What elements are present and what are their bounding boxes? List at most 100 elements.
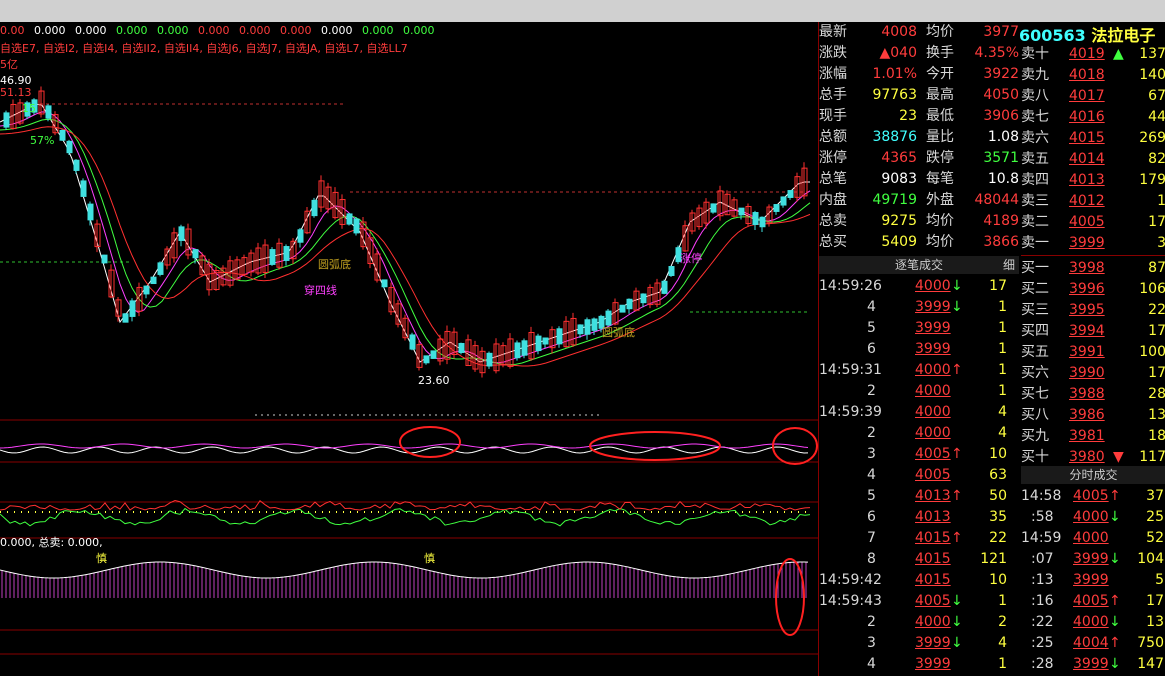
candle-body	[3, 112, 10, 128]
indicator-value: 0.000	[239, 24, 271, 37]
minute-trades-header[interactable]: 分时成交	[1021, 466, 1165, 484]
minute-trade-price: 3999	[1073, 572, 1109, 588]
quote-label: 总额	[819, 129, 847, 145]
quote-value: 4050	[983, 87, 1019, 103]
bid-volume: 13	[1148, 407, 1165, 423]
candle-body	[591, 318, 598, 331]
ask-price[interactable]: 4017	[1069, 86, 1105, 107]
candle-body	[787, 190, 794, 198]
ask-row[interactable]: 卖四 4013 179	[1021, 170, 1165, 191]
bid-row[interactable]: 买六 3990 17	[1021, 363, 1165, 384]
tick-row: 2 4000 4	[819, 423, 1007, 444]
ask-row[interactable]: 卖九 4018 140	[1021, 65, 1165, 86]
candle-body	[486, 352, 493, 367]
bid-row[interactable]: 买三 3995 22	[1021, 300, 1165, 321]
minute-trade-row: :07 3999 ↓ 104	[1021, 549, 1164, 570]
ask-price[interactable]: 4015	[1069, 128, 1105, 149]
bid-row[interactable]: 买七 3988 28	[1021, 384, 1165, 405]
minute-trade-volume: 750	[1137, 635, 1164, 651]
ask-volume: 137	[1139, 46, 1165, 62]
bid-price[interactable]: 3988	[1069, 384, 1105, 405]
candle-body	[297, 229, 304, 243]
bid-row[interactable]: 买一 3998 87	[1021, 258, 1165, 279]
bid-price[interactable]: 3990	[1069, 363, 1105, 384]
tick-time: 14:59:26	[819, 278, 882, 294]
tick-price: 4005	[915, 467, 951, 483]
ask-price[interactable]: 4005	[1069, 212, 1105, 233]
highlight-circle	[399, 426, 461, 458]
ask-row[interactable]: 卖十 4019 ▲ 137	[1021, 44, 1165, 65]
ask-price[interactable]: 4014	[1069, 149, 1105, 170]
indicator-value: 0.000	[280, 24, 312, 37]
minute-trade-row: :58 4000 ↓ 25	[1021, 507, 1164, 528]
tick-time: 14:59:39	[819, 404, 882, 420]
window-top-bar	[0, 0, 1165, 22]
tick-direction-icon: ↓	[951, 614, 963, 630]
candle-body	[346, 213, 353, 225]
ask-row[interactable]: 卖七 4016 44	[1021, 107, 1165, 128]
ask-price[interactable]: 4018	[1069, 65, 1105, 86]
tick-row: 14:59:31 4000 ↑ 1	[819, 360, 1007, 381]
quote-value: 4365	[881, 150, 917, 166]
ask-row[interactable]: 卖六 4015 269	[1021, 128, 1165, 149]
minute-trade-volume: 5	[1155, 572, 1164, 588]
ask-price[interactable]: 4016	[1069, 107, 1105, 128]
tick-volume: 1	[998, 656, 1007, 672]
bid-price[interactable]: 3994	[1069, 321, 1105, 342]
ask-row[interactable]: 卖五 4014 82	[1021, 149, 1165, 170]
tick-detail-button[interactable]: 细	[1003, 256, 1015, 274]
pattern-label: 涨停	[680, 252, 702, 265]
tick-trades-header[interactable]: 逐笔成交 细	[819, 256, 1019, 274]
caution-label: 慎	[96, 552, 107, 565]
tick-price: 4005	[915, 446, 951, 462]
arrow-up-icon: ▲	[1113, 46, 1124, 62]
tick-volume: 1	[998, 362, 1007, 378]
ask-volume: 269	[1139, 130, 1165, 146]
ask-volume: 140	[1139, 67, 1165, 83]
bid-row[interactable]: 买二 3996 106	[1021, 279, 1165, 300]
ask-price[interactable]: 4012	[1069, 191, 1105, 212]
bid-row[interactable]: 买四 3994 17	[1021, 321, 1165, 342]
bid-price[interactable]: 3995	[1069, 300, 1105, 321]
bid-row[interactable]: 买五 3991 100	[1021, 342, 1165, 363]
bid-price[interactable]: 3996	[1069, 279, 1105, 300]
bid-price[interactable]: 3986	[1069, 405, 1105, 426]
candle-body	[122, 313, 129, 323]
tick-price: 4000	[915, 425, 951, 441]
bid-price[interactable]: 3998	[1069, 258, 1105, 279]
tick-time: 5	[867, 320, 876, 336]
bid-price[interactable]: 3981	[1069, 426, 1105, 447]
bid-row[interactable]: 买九 3981 18	[1021, 426, 1165, 447]
bid-volume: 100	[1139, 344, 1165, 360]
tick-price: 3999	[915, 341, 951, 357]
kline-chart-area[interactable]: 0.00 0.000 0.000 0.000 0.000 0.000 0.000…	[0, 22, 818, 676]
ask-row[interactable]: 卖三 4012 1	[1021, 191, 1165, 212]
candle-body	[626, 298, 633, 310]
quote-value: 49719	[872, 192, 917, 208]
bid-volume: 87	[1148, 260, 1165, 276]
bid-price[interactable]: 3980	[1069, 447, 1105, 468]
ask-row[interactable]: 卖八 4017 67	[1021, 86, 1165, 107]
tick-row: 8 4015 121	[819, 549, 1007, 570]
minute-trade-volume: 37	[1146, 488, 1164, 504]
indicator-value: 0.000	[34, 24, 66, 37]
bid-price[interactable]: 3991	[1069, 342, 1105, 363]
ask-price[interactable]: 3999	[1069, 233, 1105, 254]
candle-body	[430, 350, 437, 359]
candle-body	[738, 207, 745, 216]
price-label: 51.13	[0, 86, 32, 99]
ask-price[interactable]: 4013	[1069, 170, 1105, 191]
ask-row[interactable]: 卖一 3999 3	[1021, 233, 1165, 254]
kline-chart-canvas[interactable]	[0, 22, 818, 676]
bid-label: 买八	[1021, 407, 1049, 423]
bid-row[interactable]: 买八 3986 13	[1021, 405, 1165, 426]
tick-price: 4015	[915, 530, 951, 546]
bid-label: 买三	[1021, 302, 1049, 318]
minute-trade-row: :16 4005 ↑ 17	[1021, 591, 1164, 612]
bid-label: 买二	[1021, 281, 1049, 297]
ask-price[interactable]: 4019	[1069, 44, 1105, 65]
candle-body	[66, 140, 73, 154]
bid-row[interactable]: 买十 3980 ▼ 117	[1021, 447, 1165, 468]
ask-row[interactable]: 卖二 4005 17	[1021, 212, 1165, 233]
bid-volume: 117	[1139, 449, 1165, 465]
